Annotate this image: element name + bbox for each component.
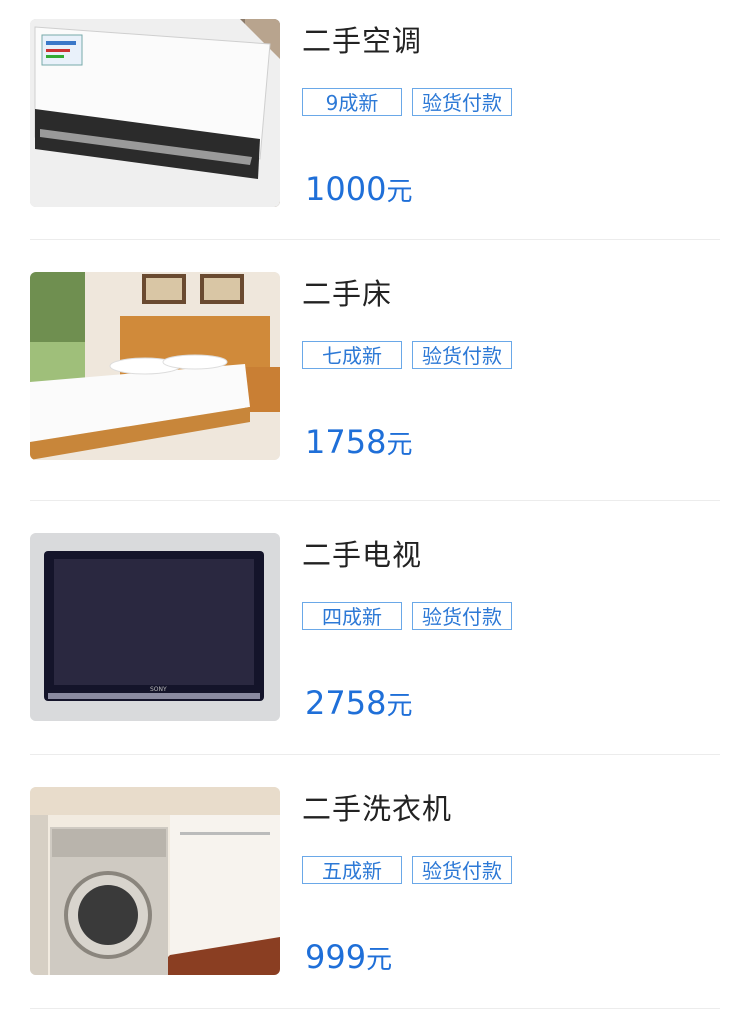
tag-group: 四成新 验货付款: [302, 602, 522, 630]
product-image-washing-machine[interactable]: [30, 787, 280, 975]
divider: [30, 1008, 720, 1009]
tag-group: 9成新 验货付款: [302, 88, 522, 116]
price: 1000元: [305, 170, 412, 208]
list-item[interactable]: 二手空调 9成新 验货付款 1000元: [0, 0, 750, 240]
payment-tag: 验货付款: [412, 88, 512, 116]
product-title: 二手电视: [302, 538, 423, 572]
price: 999元: [305, 938, 392, 976]
price: 2758元: [305, 684, 412, 722]
payment-tag: 验货付款: [412, 856, 512, 884]
condition-tag: 七成新: [302, 341, 402, 369]
price-value: 999: [305, 938, 367, 976]
price-unit: 元: [386, 430, 413, 460]
list-item[interactable]: SONY 二手电视 四成新 验货付款 2758元: [0, 501, 750, 755]
tag-group: 五成新 验货付款: [302, 856, 522, 884]
price: 1758元: [305, 423, 412, 461]
price-unit: 元: [366, 945, 393, 975]
price-unit: 元: [386, 691, 413, 721]
product-title: 二手洗衣机: [302, 792, 453, 826]
tag-group: 七成新 验货付款: [302, 341, 522, 369]
condition-tag: 9成新: [302, 88, 402, 116]
price-value: 1000: [305, 170, 387, 208]
payment-tag: 验货付款: [412, 602, 512, 630]
condition-tag: 五成新: [302, 856, 402, 884]
product-title: 二手床: [302, 277, 393, 311]
price-value: 1758: [305, 423, 387, 461]
product-image-air-conditioner[interactable]: [30, 19, 280, 207]
svg-text:SONY: SONY: [150, 686, 167, 693]
product-title: 二手空调: [302, 24, 423, 58]
price-value: 2758: [305, 684, 387, 722]
list-item[interactable]: 二手洗衣机 五成新 验货付款 999元: [0, 755, 750, 1009]
price-unit: 元: [386, 177, 413, 207]
product-image-television[interactable]: SONY: [30, 533, 280, 721]
product-list: 二手空调 9成新 验货付款 1000元 二手床 七成新 验货付款 1758元 S…: [0, 0, 750, 1009]
payment-tag: 验货付款: [412, 341, 512, 369]
condition-tag: 四成新: [302, 602, 402, 630]
list-item[interactable]: 二手床 七成新 验货付款 1758元: [0, 240, 750, 501]
product-image-bed[interactable]: [30, 272, 280, 460]
